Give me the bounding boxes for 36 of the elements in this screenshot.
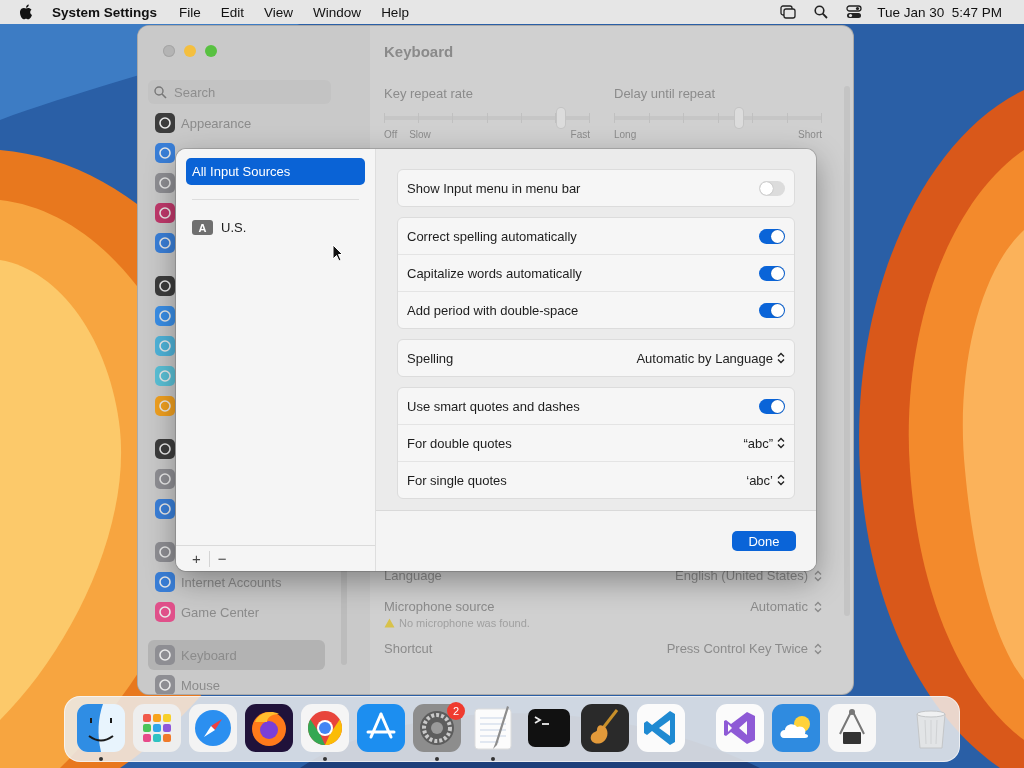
menu-item[interactable]: Window bbox=[313, 4, 362, 20]
menu-item[interactable]: View bbox=[264, 4, 294, 20]
popup-button[interactable]: ‘abc’ bbox=[746, 472, 785, 488]
setting-label: Capitalize words automatically bbox=[407, 265, 582, 281]
slider-caption: Long bbox=[614, 129, 637, 140]
slider-label: Delay until repeat bbox=[614, 86, 717, 103]
popup-button[interactable]: Automatic by Language bbox=[636, 350, 785, 366]
setting-label: For single quotes bbox=[407, 472, 507, 488]
notification-badge: 2 bbox=[447, 702, 465, 720]
setting-label: Show Input menu in menu bar bbox=[407, 180, 581, 196]
menu-item[interactable]: Edit bbox=[220, 4, 245, 20]
menu-bar-clock[interactable]: Tue Jan 30 5:47 PM bbox=[877, 4, 1002, 20]
add-button[interactable]: + bbox=[186, 549, 207, 568]
menu-item[interactable]: File bbox=[179, 4, 201, 20]
setting-label: Add period with double-space bbox=[407, 302, 579, 318]
slider-caption: Off bbox=[384, 129, 398, 140]
source-item[interactable]: All Input Sources bbox=[186, 158, 365, 185]
row-label: Shortcut bbox=[384, 641, 433, 656]
slider-caption: Fast bbox=[570, 129, 590, 140]
remove-button[interactable]: − bbox=[211, 549, 233, 568]
window-title: Keyboard bbox=[384, 41, 455, 62]
app-menu[interactable]: System Settings bbox=[52, 4, 158, 20]
setting-label: For double quotes bbox=[407, 435, 512, 451]
layout-badge: A bbox=[192, 220, 213, 235]
done-button[interactable]: Done bbox=[732, 531, 796, 551]
slider-caption: Short bbox=[798, 129, 822, 140]
setting-label: Use smart quotes and dashes bbox=[407, 398, 580, 414]
popup-button[interactable]: “abc” bbox=[743, 435, 785, 451]
menu-item[interactable]: Help bbox=[381, 4, 409, 20]
row-label: Language bbox=[384, 568, 442, 583]
setting-label: Spelling bbox=[407, 350, 454, 366]
setting-label: Correct spelling automatically bbox=[407, 228, 577, 244]
row-label: Microphone source bbox=[384, 599, 495, 614]
slider-label: Key repeat rate bbox=[384, 86, 474, 103]
slider-caption: Slow bbox=[409, 129, 431, 140]
source-item[interactable]: A U.S. bbox=[186, 214, 365, 241]
